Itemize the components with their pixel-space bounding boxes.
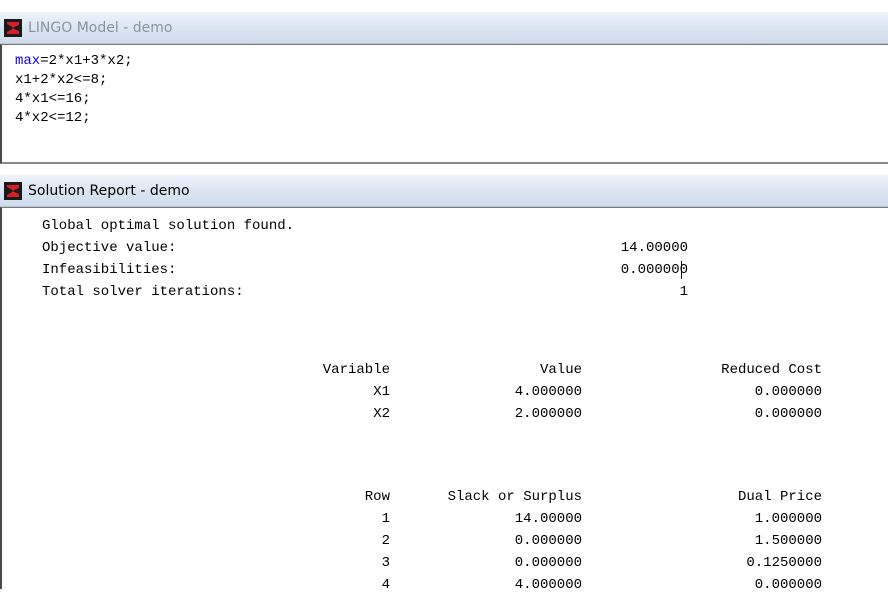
code-line-2[interactable]: x1+2*x2<=8; [15,71,107,90]
infeasibilities-value: 0.000000 [620,262,688,278]
status-message: Global optimal solution found. [42,218,295,234]
row-number: 2 [381,533,390,549]
code-line-3[interactable]: 4*x1<=16; [15,90,91,109]
variable-value: 2.000000 [514,406,582,422]
code-line-4[interactable]: 4*x2<=12; [15,109,91,128]
column-header-dual-price: Dual Price [737,489,822,505]
row-slack-or-surplus: 14.00000 [514,511,582,527]
variable-name: X1 [373,384,390,400]
iterations-value: 1 [679,284,688,300]
variable-reduced-cost: 0.000000 [754,406,822,422]
row-dual-price: 0.000000 [754,577,822,593]
code-keyword-max: max [15,53,41,69]
code-line-1[interactable]: max=2*x1+3*x2; [15,52,133,71]
code-line-1-rest: =2*x1+3*x2; [40,53,133,69]
model-editor[interactable]: max=2*x1+3*x2; x1+2*x2<=8; 4*x1<=16; 4*x… [0,44,888,164]
row-number: 4 [381,577,390,593]
report-window[interactable]: Solution Report - demo Global optimal so… [0,175,888,593]
column-header-reduced-cost: Reduced Cost [721,362,822,378]
column-header-row: Row [364,489,390,505]
model-window-titlebar[interactable]: LINGO Model - demo [0,12,888,44]
row-number: 3 [381,555,390,571]
objective-value: 14.00000 [620,240,688,256]
row-slack-or-surplus: 0.000000 [514,555,582,571]
lingo-logo-icon [4,19,22,37]
lingo-logo-icon [4,182,22,200]
row-dual-price: 0.1250000 [746,555,822,571]
row-slack-or-surplus: 0.000000 [514,533,582,549]
column-header-value: Value [539,362,582,378]
row-dual-price: 1.500000 [754,533,822,549]
iterations-label: Total solver iterations: [42,284,244,300]
model-window[interactable]: LINGO Model - demo max=2*x1+3*x2; x1+2*x… [0,12,888,164]
report-window-title: Solution Report - demo [28,183,190,199]
row-number: 1 [381,511,390,527]
row-slack-or-surplus: 4.000000 [514,577,582,593]
variable-value: 4.000000 [514,384,582,400]
column-header-slack-or-surplus: Slack or Surplus [447,489,582,505]
text-cursor [681,261,682,279]
report-window-titlebar[interactable]: Solution Report - demo [0,175,888,207]
solution-report-text[interactable]: Global optimal solution found. Objective… [0,207,888,593]
row-dual-price: 1.000000 [754,511,822,527]
model-window-title: LINGO Model - demo [28,20,173,36]
column-header-variable: Variable [322,362,390,378]
variable-name: X2 [373,406,390,422]
variable-reduced-cost: 0.000000 [754,384,822,400]
objective-label: Objective value: [42,240,177,256]
infeasibilities-label: Infeasibilities: [42,262,177,278]
